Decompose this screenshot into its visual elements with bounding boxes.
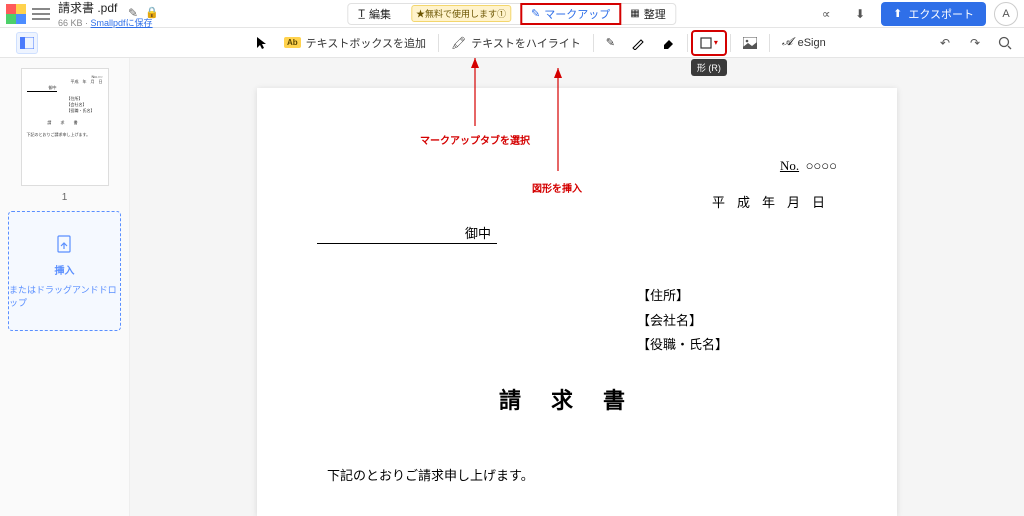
app-header: 請求書 .pdf 66 KB · Smallpdfに保存 ✎ 🔒 T̲編集 ★無… <box>0 0 1024 28</box>
main-area: No.○○ 平成 年 月 日 御中 【住所】【会社名】【役職・氏名】 請 求 書… <box>0 58 1024 516</box>
grid-icon: ▦ <box>630 8 639 19</box>
recipient-line: 御中 <box>317 223 497 244</box>
account-avatar[interactable]: A <box>994 2 1018 26</box>
doc-title: 請求書 <box>317 383 837 415</box>
esign-tool[interactable]: 𝓐 eSign <box>774 31 834 55</box>
marker-icon <box>631 36 645 50</box>
lock-icon: 🔒 <box>145 6 159 19</box>
tab-edit[interactable]: T̲編集 <box>348 4 401 24</box>
marker-tool[interactable] <box>623 31 653 55</box>
page-sidebar: No.○○ 平成 年 月 日 御中 【住所】【会社名】【役職・氏名】 請 求 書… <box>0 58 130 516</box>
tab-markup[interactable]: ✎マークアップ <box>521 4 620 24</box>
page-number: 1 <box>8 192 121 203</box>
header-actions: ∝ ⬇ ⬆エクスポート A <box>813 2 1018 26</box>
insert-title: 挿入 <box>55 262 75 277</box>
rectangle-icon <box>700 37 712 49</box>
brand-logo <box>6 4 26 24</box>
file-info: 請求書 .pdf 66 KB · Smallpdfに保存 <box>58 0 153 29</box>
file-meta: 66 KB · Smallpdfに保存 <box>58 16 153 29</box>
separator <box>730 34 731 52</box>
redo-button[interactable]: ↷ <box>962 32 988 54</box>
doc-lead: 下記のとおりご請求申し上げます。 <box>317 465 837 484</box>
sender-block: 【住所】 【会社名】 【役職・氏名】 <box>637 284 837 358</box>
markup-toolbar: Ab テキストボックスを追加 🖍 テキストをハイライト ✎ ▾ 形 (R) 𝓐 … <box>0 28 1024 58</box>
search-button[interactable] <box>992 32 1018 54</box>
image-tool[interactable] <box>735 31 765 55</box>
upload-icon: ⬆ <box>893 7 902 20</box>
toolbar-right: ↶ ↷ <box>932 32 1018 54</box>
pen-tool-icon: ✎ <box>606 36 615 49</box>
textbox-tool[interactable]: Ab テキストボックスを追加 <box>276 31 434 55</box>
eraser-tool[interactable] <box>653 31 683 55</box>
cursor-tool[interactable] <box>248 31 276 55</box>
document-viewport[interactable]: マークアップタブを選択 図形を挿入 No. ○○○○ 平成年月日 御中 【住所】… <box>130 58 1024 516</box>
menu-icon[interactable] <box>32 8 50 20</box>
download-icon[interactable]: ⬇ <box>847 3 873 25</box>
textbox-icon: Ab <box>284 37 301 48</box>
pen-icon[interactable]: ✎ <box>128 6 138 20</box>
separator <box>593 34 594 52</box>
export-button[interactable]: ⬆エクスポート <box>881 2 986 26</box>
highlight-tool[interactable]: 🖍 テキストをハイライト <box>443 31 589 55</box>
promo-badge[interactable]: ★無料で使用します① <box>401 4 521 24</box>
document-page: No. ○○○○ 平成年月日 御中 【住所】 【会社名】 【役職・氏名】 請求書… <box>257 88 897 516</box>
separator <box>769 34 770 52</box>
highlight-icon: 🖍 <box>451 36 466 50</box>
pencil-icon: ✎ <box>531 7 540 20</box>
save-to-link[interactable]: Smallpdfに保存 <box>91 18 153 28</box>
insert-subtitle: またはドラッグアンドドロップ <box>9 283 120 309</box>
mode-segments: T̲編集 ★無料で使用します① ✎マークアップ ▦整理 <box>347 3 676 25</box>
insert-file-icon <box>54 234 76 256</box>
page-thumbnail[interactable]: No.○○ 平成 年 月 日 御中 【住所】【会社名】【役職・氏名】 請 求 書… <box>21 68 109 186</box>
doc-number: No. ○○○○ <box>317 158 837 174</box>
eraser-icon <box>661 37 675 49</box>
file-name: 請求書 .pdf <box>58 0 153 16</box>
doc-date: 平成年月日 <box>317 192 837 211</box>
share-icon[interactable]: ∝ <box>813 3 839 25</box>
shape-tool[interactable]: ▾ 形 (R) <box>692 31 726 55</box>
search-icon <box>998 36 1012 50</box>
separator <box>687 34 688 52</box>
insert-dropzone[interactable]: 挿入 またはドラッグアンドドロップ <box>8 211 121 331</box>
cursor-icon <box>256 36 268 50</box>
undo-button[interactable]: ↶ <box>932 32 958 54</box>
chevron-down-icon: ▾ <box>714 38 718 47</box>
sidebar-toggle-icon <box>16 32 38 54</box>
image-icon <box>743 37 757 49</box>
tab-organize[interactable]: ▦整理 <box>620 4 675 24</box>
separator <box>438 34 439 52</box>
pen-tool[interactable]: ✎ <box>598 31 623 55</box>
sign-icon: 𝓐 <box>782 36 793 49</box>
panel-toggle[interactable] <box>16 32 38 54</box>
